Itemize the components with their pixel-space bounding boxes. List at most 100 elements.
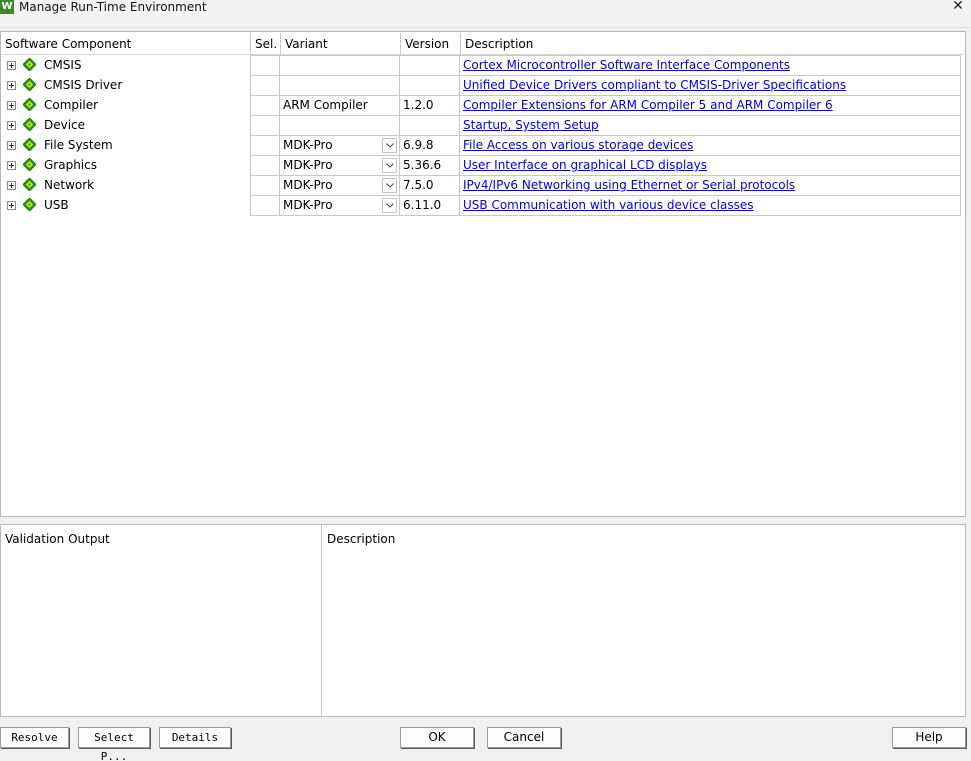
table-row: Startup, System Setup xyxy=(250,116,961,136)
expand-plus-icon[interactable] xyxy=(7,141,16,150)
close-icon: ✕ xyxy=(952,0,964,14)
component-diamond-icon xyxy=(23,118,36,131)
sel-cell[interactable] xyxy=(250,96,280,115)
table-row: MDK-Pro 6.9.8 File Access on various stora… xyxy=(250,136,961,156)
component-grid: Cortex Microcontroller Software Interfac… xyxy=(250,55,961,216)
table-row: MDK-Pro 7.5.0 IPv4/IPv6 Networking using E… xyxy=(250,176,961,196)
expand-plus-icon[interactable] xyxy=(7,81,16,90)
expand-plus-icon[interactable] xyxy=(7,201,16,210)
validation-divider[interactable] xyxy=(321,525,322,716)
column-header-version[interactable]: Version xyxy=(401,33,460,55)
expand-plus-icon[interactable] xyxy=(7,101,16,110)
ok-button[interactable]: OK xyxy=(400,727,474,748)
variant-dropdown-button[interactable] xyxy=(382,178,397,193)
description-cell: Compiler Extensions for ARM Compiler 5 a… xyxy=(460,96,961,115)
sel-cell[interactable] xyxy=(250,116,280,135)
table-row: Cortex Microcontroller Software Interfac… xyxy=(250,56,961,76)
column-header-sel[interactable]: Sel. xyxy=(251,33,280,55)
table-row: MDK-Pro 6.11.0 USB Communication with vari… xyxy=(250,196,961,216)
chevron-down-icon xyxy=(386,203,394,208)
window-title: Manage Run-Time Environment xyxy=(19,0,207,14)
component-diamond-icon xyxy=(23,158,36,171)
keil-uvision-icon: W xyxy=(0,0,14,14)
variant-select xyxy=(280,76,400,95)
expand-plus-icon[interactable] xyxy=(7,121,16,130)
component-name: CMSIS xyxy=(44,58,82,72)
sel-cell[interactable] xyxy=(250,196,280,215)
title-bar: W Manage Run-Time Environment ✕ xyxy=(0,0,971,28)
tree-row-usb[interactable]: USB xyxy=(1,195,250,215)
description-link[interactable]: File Access on various storage devices xyxy=(463,138,693,152)
validation-panel: Validation Output Description xyxy=(0,524,966,717)
description-link[interactable]: Cortex Microcontroller Software Interfac… xyxy=(463,58,790,72)
tree-row-cmsis-driver[interactable]: CMSIS Driver xyxy=(1,75,250,95)
tree-row-compiler[interactable]: Compiler xyxy=(1,95,250,115)
variant-select xyxy=(280,56,400,75)
expand-plus-icon[interactable] xyxy=(7,161,16,170)
table-row: ARM Compiler 1.2.0 Compiler Extensions for… xyxy=(250,96,961,116)
component-diamond-icon xyxy=(23,58,36,71)
column-header-description[interactable]: Description xyxy=(461,33,965,55)
sel-cell[interactable] xyxy=(250,156,280,175)
tree-row-network[interactable]: Network xyxy=(1,175,250,195)
component-diamond-icon xyxy=(23,98,36,111)
expand-plus-icon[interactable] xyxy=(7,181,16,190)
description-link[interactable]: USB Communication with various device cl… xyxy=(463,198,754,212)
expand-plus-icon[interactable] xyxy=(7,61,16,70)
variant-select xyxy=(280,116,400,135)
variant-dropdown-button[interactable] xyxy=(382,138,397,153)
tree-row-file-system[interactable]: File System xyxy=(1,135,250,155)
description-cell: File Access on various storage devices xyxy=(460,136,961,155)
variant-select[interactable]: MDK-Pro xyxy=(280,156,400,175)
component-diamond-icon xyxy=(23,178,36,191)
description-link[interactable]: User Interface on graphical LCD displays xyxy=(463,158,707,172)
version-cell: 6.11.0 xyxy=(400,196,460,215)
variant-value: MDK-Pro xyxy=(283,178,333,192)
sel-cell[interactable] xyxy=(250,56,280,75)
tree-row-cmsis[interactable]: CMSIS xyxy=(1,55,250,75)
column-header-software-component[interactable]: Software Component xyxy=(1,33,250,55)
validation-description-header: Description xyxy=(327,532,396,546)
component-name: Device xyxy=(44,118,86,132)
version-cell: 7.5.0 xyxy=(400,176,460,195)
description-link[interactable]: Startup, System Setup xyxy=(463,118,599,132)
description-link[interactable]: Compiler Extensions for ARM Compiler 5 a… xyxy=(463,98,833,112)
version-cell: 5.36.6 xyxy=(400,156,460,175)
close-button[interactable]: ✕ xyxy=(945,0,971,15)
tree-row-graphics[interactable]: Graphics xyxy=(1,155,250,175)
help-button[interactable]: Help xyxy=(892,727,966,748)
chevron-down-icon xyxy=(386,163,394,168)
component-name: CMSIS Driver xyxy=(44,78,123,92)
cancel-button[interactable]: Cancel xyxy=(487,727,561,748)
table-row: Unified Device Drivers compliant to CMSI… xyxy=(250,76,961,96)
variant-value: MDK-Pro xyxy=(283,158,333,172)
component-panel: Software Component Sel. Variant Version … xyxy=(0,31,966,517)
description-link[interactable]: IPv4/IPv6 Networking using Ethernet or S… xyxy=(463,178,795,192)
variant-select[interactable]: MDK-Pro xyxy=(280,136,400,155)
description-link[interactable]: Unified Device Drivers compliant to CMSI… xyxy=(463,78,846,92)
select-packs-button[interactable]: Select P... xyxy=(78,727,150,761)
version-cell xyxy=(400,56,460,75)
sel-cell[interactable] xyxy=(250,176,280,195)
version-cell: 6.9.8 xyxy=(400,136,460,155)
sel-cell[interactable] xyxy=(250,76,280,95)
variant-dropdown-button[interactable] xyxy=(382,198,397,213)
variant-value: ARM Compiler xyxy=(283,98,368,112)
variant-dropdown-button[interactable] xyxy=(382,158,397,173)
variant-select[interactable]: MDK-Pro xyxy=(280,176,400,195)
tree-row-device[interactable]: Device xyxy=(1,115,250,135)
component-diamond-icon xyxy=(23,138,36,151)
details-button[interactable]: Details xyxy=(159,727,231,748)
sel-cell[interactable] xyxy=(250,136,280,155)
version-cell xyxy=(400,116,460,135)
component-name: Graphics xyxy=(44,158,97,172)
component-name: Compiler xyxy=(44,98,99,112)
table-row: MDK-Pro 5.36.6 User Interface on graphical… xyxy=(250,156,961,176)
variant-select[interactable]: MDK-Pro xyxy=(280,196,400,215)
description-cell: Cortex Microcontroller Software Interfac… xyxy=(460,56,961,75)
component-diamond-icon xyxy=(23,198,36,211)
resolve-button[interactable]: Resolve xyxy=(0,727,69,748)
column-header-variant[interactable]: Variant xyxy=(281,33,400,55)
version-cell xyxy=(400,76,460,95)
variant-select: ARM Compiler xyxy=(280,96,400,115)
